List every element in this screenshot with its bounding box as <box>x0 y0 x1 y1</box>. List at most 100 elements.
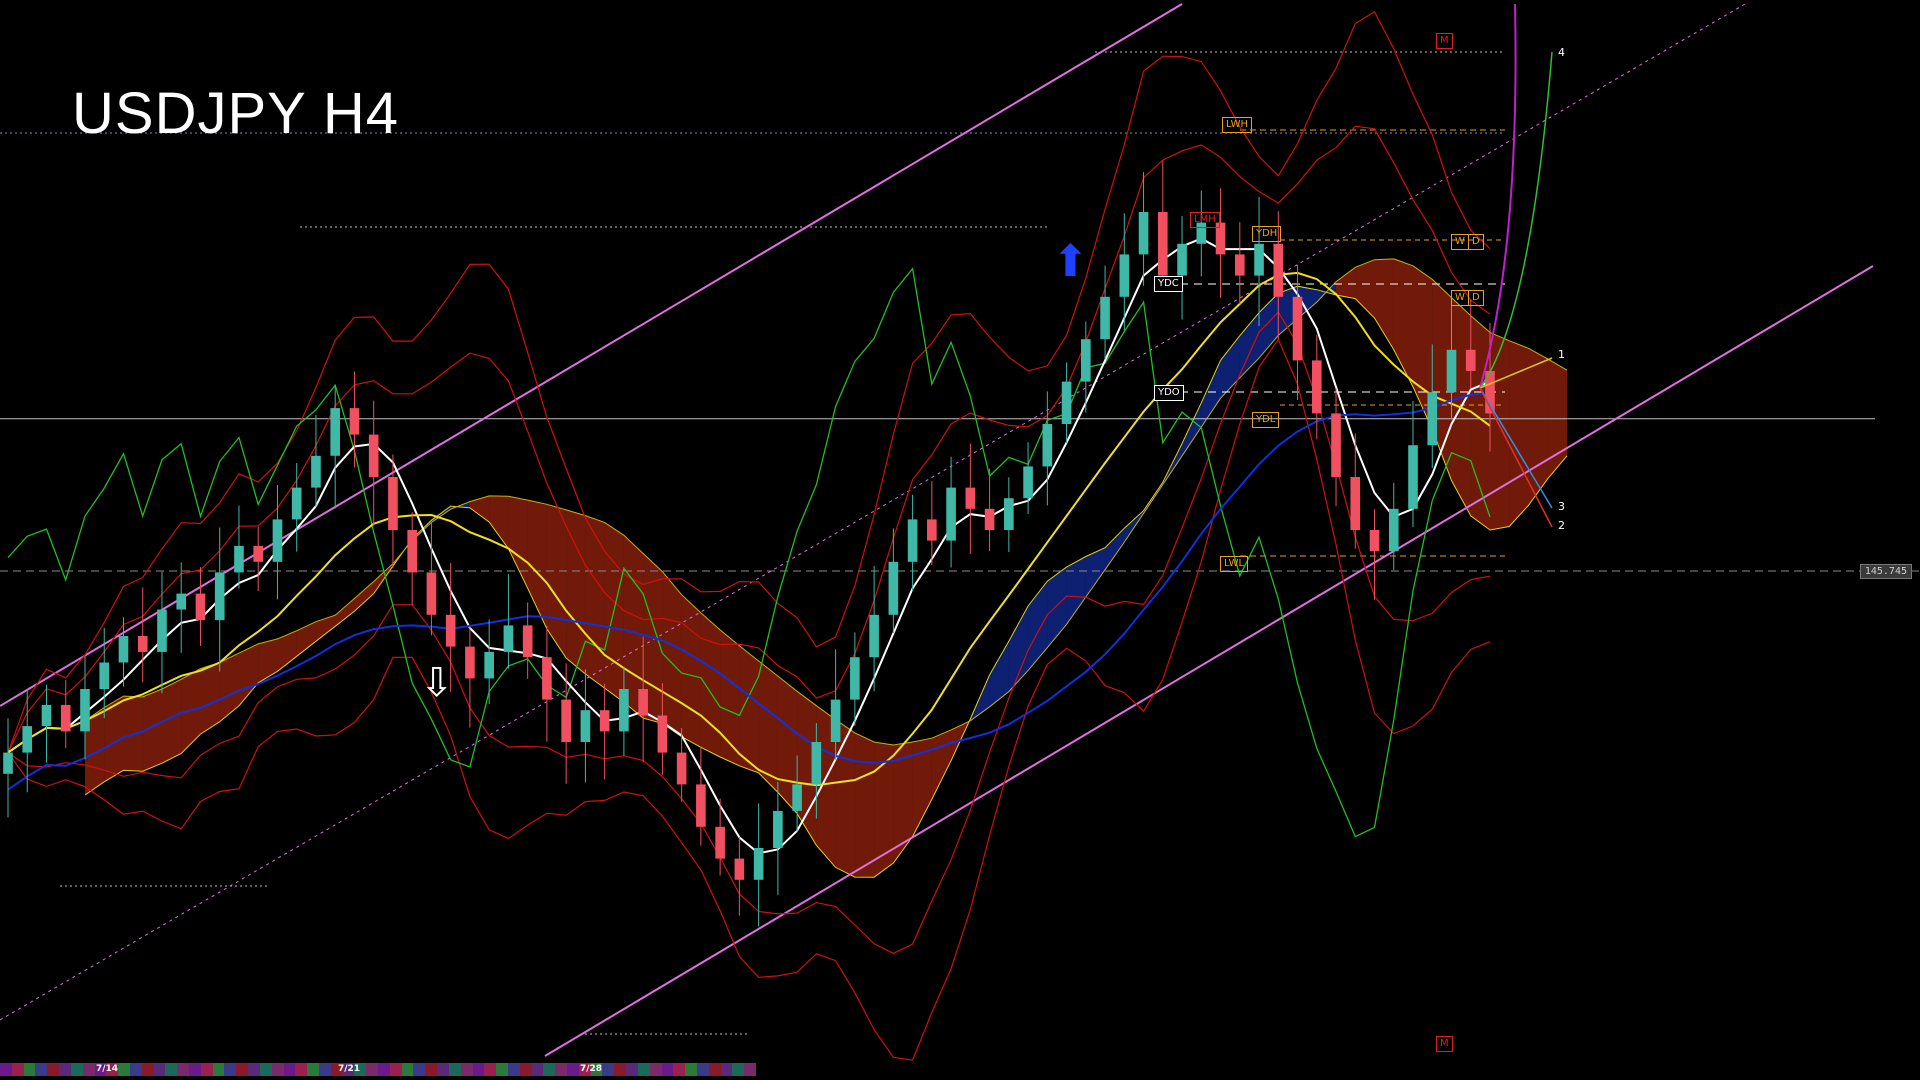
cloud-segment <box>931 729 952 800</box>
projection-label-1: 1 <box>1558 348 1565 361</box>
date-bar-segment <box>626 1063 638 1076</box>
projection-label-2: 2 <box>1558 519 1565 532</box>
weekly-level-label: W <box>1451 234 1469 250</box>
candle-body <box>1100 296 1110 340</box>
date-bar-segment <box>47 1063 60 1076</box>
candle-body <box>715 826 725 859</box>
candle-body <box>1061 381 1072 424</box>
candle-body <box>1311 360 1322 414</box>
candle <box>888 528 899 634</box>
ydo-level-label: YDO <box>1154 385 1184 401</box>
candle <box>1234 222 1245 305</box>
date-bar-segment <box>614 1063 627 1076</box>
cloud-span-b <box>84 258 1568 746</box>
cloud-segment <box>219 653 239 722</box>
candle-body <box>1273 243 1284 297</box>
bollinger-bands <box>7 11 1491 1061</box>
current-price-tag: 145.745 <box>1859 564 1912 579</box>
candle <box>965 443 976 555</box>
candle <box>561 663 571 784</box>
candle-body <box>3 752 13 774</box>
date-bar-segment <box>59 1063 71 1076</box>
date-bar-segment <box>118 1063 130 1076</box>
candle-body <box>657 715 668 753</box>
candle <box>946 456 956 568</box>
candle-body <box>638 689 648 716</box>
date-bar-segment <box>82 1063 95 1076</box>
cloud-segment <box>758 661 778 793</box>
cloud-segment <box>1201 360 1221 427</box>
cloud-segment <box>1182 402 1202 456</box>
candle-body <box>1004 498 1014 530</box>
date-bar-segment <box>531 1063 544 1076</box>
date-bar-segment <box>271 1063 284 1076</box>
cloud-segment <box>720 629 740 766</box>
date-bar-segment <box>259 1063 272 1076</box>
cloud-segment <box>604 522 624 703</box>
date-bar-segment <box>744 1063 756 1076</box>
candle-body <box>946 487 956 541</box>
candle-body <box>753 848 764 880</box>
candle-body <box>118 636 129 663</box>
date-bar-segment <box>661 1063 674 1076</box>
candle-body <box>888 561 899 615</box>
cloud-segment <box>1008 606 1029 692</box>
date-bar-segment <box>649 1063 662 1076</box>
date-bar-segment <box>318 1063 331 1076</box>
candle-body <box>1292 296 1303 361</box>
candle-body <box>580 710 591 742</box>
candle <box>1408 400 1418 528</box>
cloud-segment <box>1374 258 1394 350</box>
level-lines <box>0 51 1920 1035</box>
candle-body <box>465 646 475 679</box>
candle <box>1061 362 1072 444</box>
cloud-segment <box>1355 259 1375 318</box>
candle <box>1081 321 1091 413</box>
candle <box>195 567 206 646</box>
candle-body <box>1408 445 1418 509</box>
candle <box>1292 264 1303 401</box>
date-bar-segment <box>224 1063 237 1076</box>
date-bar-segment <box>413 1063 426 1076</box>
candle-body <box>1119 254 1130 297</box>
cloud-segment <box>1336 267 1356 299</box>
candle <box>542 625 552 742</box>
cloud-segment <box>1528 348 1548 506</box>
projection-label-3: 3 <box>1558 500 1565 513</box>
candle-body <box>811 742 822 785</box>
chart-root: USDJPY H4 145.745 YDC YDO YDH YDL LWL LW… <box>0 0 1920 1080</box>
candle-body <box>1254 243 1264 276</box>
cloud-segment <box>296 621 316 657</box>
cloud-segment <box>585 515 605 689</box>
date-bar-segment <box>378 1063 390 1076</box>
candle <box>907 494 918 591</box>
candle-body <box>907 519 918 562</box>
candles <box>3 160 1495 927</box>
date-bar-segment <box>673 1063 686 1076</box>
date-bar-segment <box>696 1063 709 1076</box>
candle <box>580 669 591 783</box>
candle <box>1042 391 1053 506</box>
date-bar-segment <box>484 1063 497 1076</box>
projection-label-4: 4 <box>1558 46 1565 59</box>
ydc-level-label: YDC <box>1154 276 1183 292</box>
candle-body <box>1331 413 1341 477</box>
date-bar-segment <box>11 1063 24 1076</box>
lwh-level-label: LWH <box>1222 117 1253 133</box>
candle <box>3 718 13 818</box>
candle <box>503 574 514 669</box>
candle-body <box>599 710 610 732</box>
date-label-1: 7/14 <box>96 1064 119 1074</box>
candle-body <box>1465 349 1476 371</box>
date-bar-segment <box>23 1063 36 1076</box>
cloud-segment <box>700 612 721 757</box>
candle-body <box>1427 392 1438 446</box>
candle <box>253 527 264 592</box>
date-bar-segment <box>708 1063 721 1076</box>
candle-body <box>214 572 225 621</box>
candle-body <box>522 625 533 658</box>
candle-body <box>542 657 552 700</box>
candle <box>214 527 225 672</box>
date-bar-segment <box>200 1063 213 1076</box>
candle-body <box>619 689 629 732</box>
